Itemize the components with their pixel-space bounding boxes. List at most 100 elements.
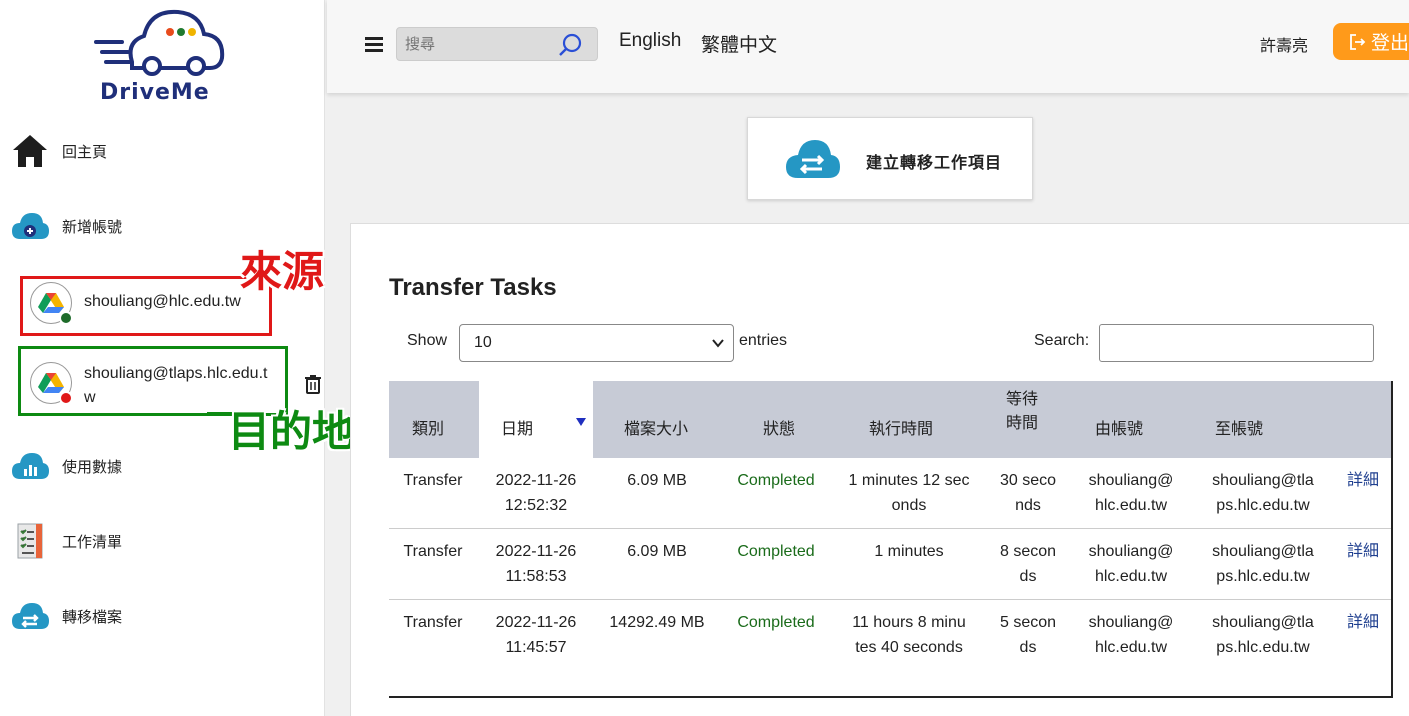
cloud-plus-icon bbox=[10, 206, 50, 246]
col-to-account[interactable]: 至帳號 bbox=[1201, 381, 1321, 458]
search-bar bbox=[396, 27, 598, 61]
cell-to-account: shouliang@tla ps.hlc.edu.tw bbox=[1201, 539, 1325, 589]
cell-exec-line: 1 minutes bbox=[874, 543, 944, 560]
search-icon[interactable] bbox=[557, 32, 583, 58]
nav-add-account[interactable]: 新增帳號 bbox=[10, 206, 122, 246]
topbar: English 繁體中文 許壽亮 登出 bbox=[327, 0, 1409, 93]
cell-from-account: shouliang@ hlc.edu.tw bbox=[1081, 468, 1181, 518]
create-transfer-label: 建立轉移工作項目 bbox=[866, 155, 1003, 172]
cell-from-line: shouliang@ bbox=[1088, 472, 1174, 489]
cell-to-account: shouliang@tla ps.hlc.edu.tw bbox=[1201, 610, 1325, 660]
cell-wait-line: 5 secon bbox=[999, 614, 1057, 631]
table-search-label: Search: bbox=[1034, 332, 1090, 349]
cell-to-line: shouliang@tla bbox=[1212, 614, 1314, 631]
cell-from-line: shouliang@ bbox=[1088, 614, 1174, 631]
col-status[interactable]: 狀態 bbox=[729, 381, 829, 458]
destination-annotation: 目的地 bbox=[228, 407, 355, 456]
entries-select[interactable]: 10 bbox=[459, 324, 734, 362]
logo-text: DriveMe bbox=[100, 80, 210, 105]
col-date[interactable]: 日期 bbox=[479, 381, 593, 458]
nav-add-account-label: 新增帳號 bbox=[62, 218, 123, 236]
cell-wait-time: 8 secon ds bbox=[991, 539, 1065, 589]
cell-type: Transfer bbox=[403, 472, 463, 489]
cell-exec-line: 1 minutes 12 sec bbox=[848, 472, 970, 489]
table-row: Transfer 2022-11-26 11:45:57 14292.49 MB … bbox=[389, 600, 1391, 696]
cell-wait-time: 5 secon ds bbox=[991, 610, 1065, 660]
table-header: 類別 日期 檔案大小 狀態 執行時間 等待 時間 由帳號 至帳號 bbox=[389, 381, 1391, 458]
cell-from-line: shouliang@ bbox=[1088, 543, 1174, 560]
transfer-tasks-panel: Transfer Tasks Show 10 entries Search: 類… bbox=[350, 223, 1409, 716]
create-transfer-button[interactable]: 建立轉移工作項目 bbox=[747, 117, 1033, 200]
source-highlight-box bbox=[20, 276, 272, 336]
user-name: 許壽亮 bbox=[1260, 38, 1309, 55]
cell-date: 2022-11-26 12:52:32 bbox=[479, 468, 593, 518]
cell-exec-line: tes 40 seconds bbox=[855, 639, 963, 656]
cell-date-day: 2022-11-26 bbox=[495, 614, 577, 631]
checklist-icon bbox=[10, 521, 50, 561]
source-annotation: 來源 bbox=[240, 247, 325, 296]
cell-wait-line: ds bbox=[1019, 568, 1037, 585]
search-input[interactable] bbox=[397, 28, 547, 60]
table-row: Transfer 2022-11-26 11:58:53 6.09 MB Comp… bbox=[389, 529, 1391, 600]
logout-icon bbox=[1350, 33, 1366, 50]
home-icon bbox=[10, 131, 50, 171]
entries-select-value: 10 bbox=[474, 334, 492, 351]
nav-usage[interactable]: 使用數據 bbox=[10, 446, 122, 486]
trash-icon[interactable] bbox=[304, 374, 322, 394]
nav-task-list-label: 工作清單 bbox=[62, 533, 123, 551]
col-size[interactable]: 檔案大小 bbox=[601, 381, 711, 458]
lang-chinese-link[interactable]: 繁體中文 bbox=[701, 30, 777, 57]
cell-type: Transfer bbox=[403, 614, 463, 631]
cell-to-account: shouliang@tla ps.hlc.edu.tw bbox=[1201, 468, 1325, 518]
cell-date-time: 11:45:57 bbox=[505, 639, 567, 656]
cell-status: Completed bbox=[737, 614, 815, 631]
hamburger-menu-icon[interactable] bbox=[365, 36, 383, 52]
page-title: Transfer Tasks bbox=[389, 274, 557, 301]
detail-link[interactable]: 詳細 bbox=[1341, 468, 1385, 493]
col-type-label: 類別 bbox=[411, 421, 444, 438]
col-status-label: 狀態 bbox=[762, 421, 795, 438]
sort-desc-icon bbox=[576, 418, 586, 426]
nav-transfer-label: 轉移檔案 bbox=[62, 608, 123, 626]
col-exec-time-label: 執行時間 bbox=[868, 421, 933, 438]
cell-exec-time: 1 minutes 12 sec onds bbox=[839, 468, 979, 518]
table-search-input[interactable] bbox=[1099, 324, 1374, 362]
cell-from-line: hlc.edu.tw bbox=[1094, 497, 1168, 514]
cell-wait-time: 30 seco nds bbox=[991, 468, 1065, 518]
logout-button[interactable]: 登出 bbox=[1333, 23, 1409, 60]
col-from-account-label: 由帳號 bbox=[1095, 421, 1144, 438]
cell-to-line: ps.hlc.edu.tw bbox=[1216, 639, 1310, 656]
table-row: Transfer 2022-11-26 12:52:32 6.09 MB Comp… bbox=[389, 458, 1391, 529]
cell-wait-line: nds bbox=[1015, 497, 1041, 514]
nav-task-list[interactable]: 工作清單 bbox=[10, 521, 122, 561]
show-label: Show bbox=[407, 332, 448, 349]
entries-label: entries bbox=[739, 332, 788, 349]
cell-from-account: shouliang@ hlc.edu.tw bbox=[1081, 610, 1181, 660]
cell-exec-time: 1 minutes bbox=[839, 539, 979, 564]
col-wait-time-label-2: 時間 bbox=[1005, 414, 1038, 432]
cell-date: 2022-11-26 11:58:53 bbox=[479, 539, 593, 589]
cell-status: Completed bbox=[737, 472, 815, 489]
cell-exec-line: 11 hours 8 minu bbox=[852, 614, 966, 631]
chevron-down-icon bbox=[712, 339, 724, 348]
cell-to-line: ps.hlc.edu.tw bbox=[1216, 497, 1310, 514]
detail-link[interactable]: 詳細 bbox=[1341, 610, 1385, 635]
cell-wait-line: ds bbox=[1019, 639, 1037, 656]
nav-home[interactable]: 回主頁 bbox=[10, 131, 107, 171]
cell-from-account: shouliang@ hlc.edu.tw bbox=[1081, 539, 1181, 589]
cell-size: 6.09 MB bbox=[627, 472, 687, 489]
cell-wait-line: 8 secon bbox=[999, 543, 1057, 560]
cell-date: 2022-11-26 11:45:57 bbox=[479, 610, 593, 660]
col-exec-time[interactable]: 執行時間 bbox=[839, 381, 963, 458]
col-wait-time-label-1: 等待 bbox=[1005, 390, 1038, 408]
col-type[interactable]: 類別 bbox=[389, 381, 467, 458]
col-from-account[interactable]: 由帳號 bbox=[1081, 381, 1181, 458]
nav-transfer[interactable]: 轉移檔案 bbox=[10, 596, 122, 636]
detail-link[interactable]: 詳細 bbox=[1341, 539, 1385, 564]
col-size-label: 檔案大小 bbox=[623, 421, 688, 438]
col-wait-time[interactable]: 等待 時間 bbox=[987, 381, 1057, 458]
cell-exec-line: onds bbox=[891, 497, 927, 514]
cell-from-line: hlc.edu.tw bbox=[1094, 568, 1168, 585]
lang-english-link[interactable]: English bbox=[619, 30, 681, 52]
cell-date-day: 2022-11-26 bbox=[495, 543, 577, 560]
